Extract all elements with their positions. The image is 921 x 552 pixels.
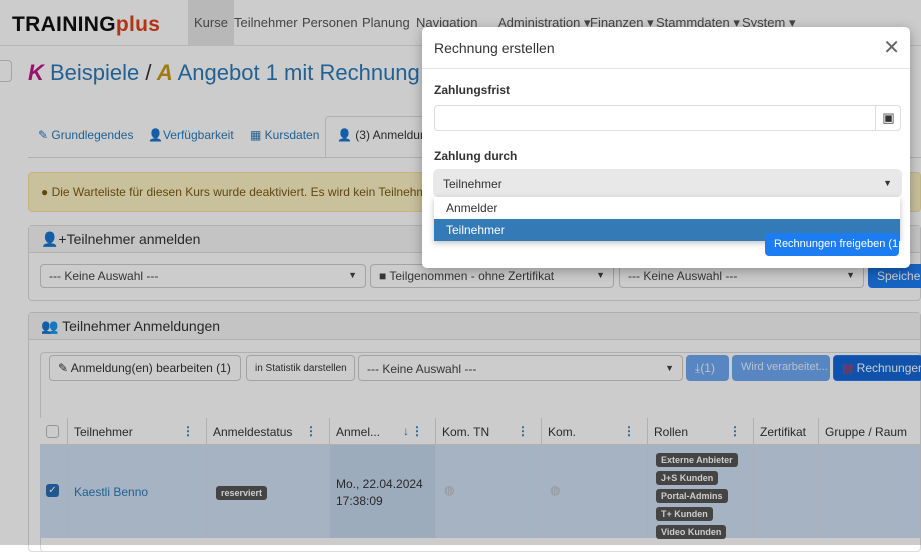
modal-title: Rechnung erstellen xyxy=(434,40,555,56)
close-icon[interactable]: ✕ xyxy=(883,35,900,60)
calendar-icon[interactable]: ▣ xyxy=(875,105,901,131)
payment-label: Zahlung durch xyxy=(434,149,518,163)
invoice-modal: Rechnung erstellen ✕ Zahlungsfrist ▣ Zah… xyxy=(422,27,910,268)
deadline-input[interactable] xyxy=(434,105,901,131)
deadline-label: Zahlungsfrist xyxy=(434,83,511,97)
payment-select[interactable]: Teilnehmer ▼ xyxy=(433,169,902,197)
release-invoices-button[interactable]: Rechnungen freigeben (1) xyxy=(765,233,899,256)
option-anmelder[interactable]: Anmelder xyxy=(434,197,900,219)
chevron-down-icon: ▼ xyxy=(883,178,892,188)
divider xyxy=(422,68,910,69)
